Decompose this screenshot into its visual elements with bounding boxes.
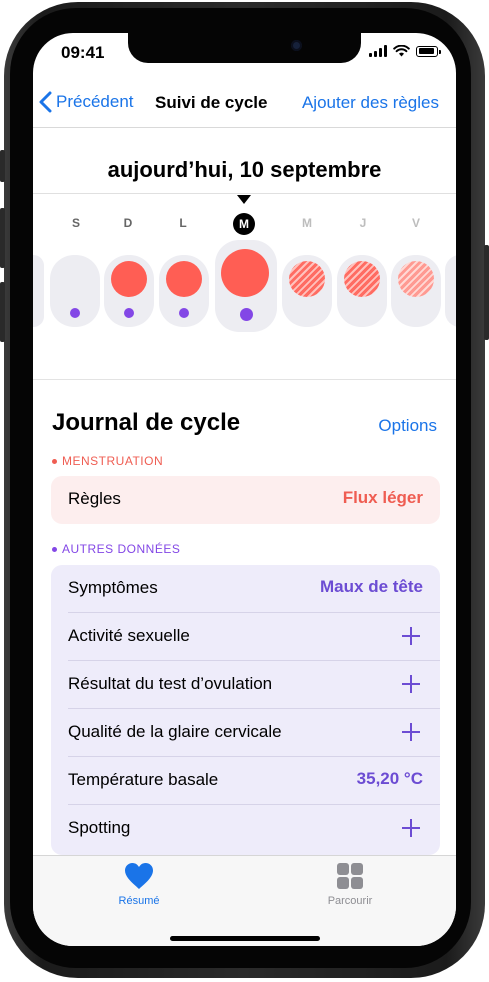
symptoms-row[interactable]: Symptômes Maux de tête <box>51 565 440 613</box>
day-column-thu[interactable] <box>337 255 387 327</box>
predicted-period-dot <box>344 261 380 297</box>
nav-divider <box>33 127 456 128</box>
battery-icon <box>416 45 441 57</box>
day-label-today: M <box>233 213 255 235</box>
log-dot <box>240 308 253 321</box>
period-dot <box>166 261 202 297</box>
basal-temperature-row[interactable]: Température basale 35,20 °C <box>51 757 440 805</box>
row-label: Symptômes <box>68 578 158 597</box>
tab-summary-label: Résumé <box>118 895 160 907</box>
temperature-value: 35,20 °C <box>356 769 423 788</box>
week-divider <box>33 379 456 380</box>
day-label-wed: M <box>302 216 312 230</box>
volume-down-button <box>0 282 5 342</box>
day-column-mon[interactable] <box>159 255 209 327</box>
tab-summary[interactable]: Résumé <box>79 862 199 907</box>
tab-browse[interactable]: Parcourir <box>290 862 410 907</box>
plus-icon[interactable] <box>402 723 420 741</box>
grid-icon <box>337 863 363 889</box>
day-column-partial[interactable] <box>33 255 44 327</box>
screen: 09:41 Précédent Suivi de cycle Ajouter d… <box>33 33 456 946</box>
period-row[interactable]: Règles Flux léger <box>51 476 440 524</box>
back-label: Précédent <box>56 92 134 111</box>
day-label-mon: L <box>179 216 187 230</box>
nav-bar: Précédent Suivi de cycle Ajouter des règ… <box>33 85 456 125</box>
row-label: Activité sexuelle <box>68 626 190 645</box>
log-dot <box>179 308 189 318</box>
period-value: Flux léger <box>342 488 423 507</box>
log-dot <box>124 308 134 318</box>
chevron-left-icon <box>39 91 52 113</box>
period-label: Règles <box>68 489 121 508</box>
tab-browse-label: Parcourir <box>327 895 373 907</box>
signal-icon <box>369 45 387 57</box>
spotting-row[interactable]: Spotting <box>51 805 440 853</box>
day-column-sun[interactable] <box>104 255 154 327</box>
add-period-button[interactable]: Ajouter des règles <box>302 93 439 113</box>
row-label: Spotting <box>68 818 131 837</box>
home-indicator[interactable] <box>170 936 320 941</box>
menstruation-caption: MENSTRUATION <box>52 454 163 468</box>
volume-up-button <box>0 208 5 268</box>
status-icons <box>369 45 441 57</box>
camera <box>291 40 302 51</box>
cervical-mucus-row[interactable]: Qualité de la glaire cervicale <box>51 709 440 757</box>
status-time: 09:41 <box>61 43 105 62</box>
wifi-icon <box>393 45 410 57</box>
plus-icon[interactable] <box>402 819 420 837</box>
tab-bar: Résumé Parcourir <box>33 855 456 946</box>
nav-title: Suivi de cycle <box>155 93 268 112</box>
period-dot <box>111 261 147 297</box>
day-label-fri: V <box>411 216 420 230</box>
plus-icon[interactable] <box>402 627 420 645</box>
period-dot-today <box>221 249 269 297</box>
day-column-wed[interactable] <box>282 255 332 327</box>
side-button <box>484 245 489 340</box>
options-button[interactable]: Options <box>378 416 437 436</box>
other-data-caption-text: AUTRES DONNÉES <box>62 542 181 556</box>
day-column-fri[interactable] <box>391 255 441 327</box>
menstruation-caption-text: MENSTRUATION <box>62 454 164 468</box>
today-pointer-icon <box>237 195 251 204</box>
row-label: Qualité de la glaire cervicale <box>68 722 282 741</box>
row-label: Résultat du test d’ovulation <box>68 674 273 693</box>
symptoms-value: Maux de tête <box>320 577 423 596</box>
date-title: aujourd’hui, 10 septembre <box>107 157 382 182</box>
row-label: Température basale <box>68 770 219 789</box>
ovulation-test-row[interactable]: Résultat du test d’ovulation <box>51 661 440 709</box>
predicted-period-dot <box>398 261 434 297</box>
sexual-activity-row[interactable]: Activité sexuelle <box>51 613 440 661</box>
log-dot <box>70 308 80 318</box>
date-divider <box>33 193 456 194</box>
day-label-sat: S <box>71 216 80 230</box>
predicted-period-dot <box>289 261 325 297</box>
mute-switch <box>0 150 5 182</box>
other-data-caption: AUTRES DONNÉES <box>52 542 180 556</box>
day-column-partial-right[interactable] <box>445 255 456 327</box>
notch <box>128 33 361 63</box>
bullet-icon <box>52 459 57 465</box>
other-data-list: Symptômes Maux de tête Activité sexuelle… <box>51 565 440 855</box>
journal-title: Journal de cycle <box>52 409 241 436</box>
day-column-sat[interactable] <box>50 255 100 327</box>
plus-icon[interactable] <box>402 675 420 693</box>
back-button[interactable]: Précédent <box>39 91 134 113</box>
bullet-icon <box>52 547 57 553</box>
day-label-thu: J <box>359 216 367 230</box>
day-column-today[interactable] <box>215 240 277 332</box>
day-label-sun: D <box>123 216 133 230</box>
heart-icon <box>125 863 153 889</box>
